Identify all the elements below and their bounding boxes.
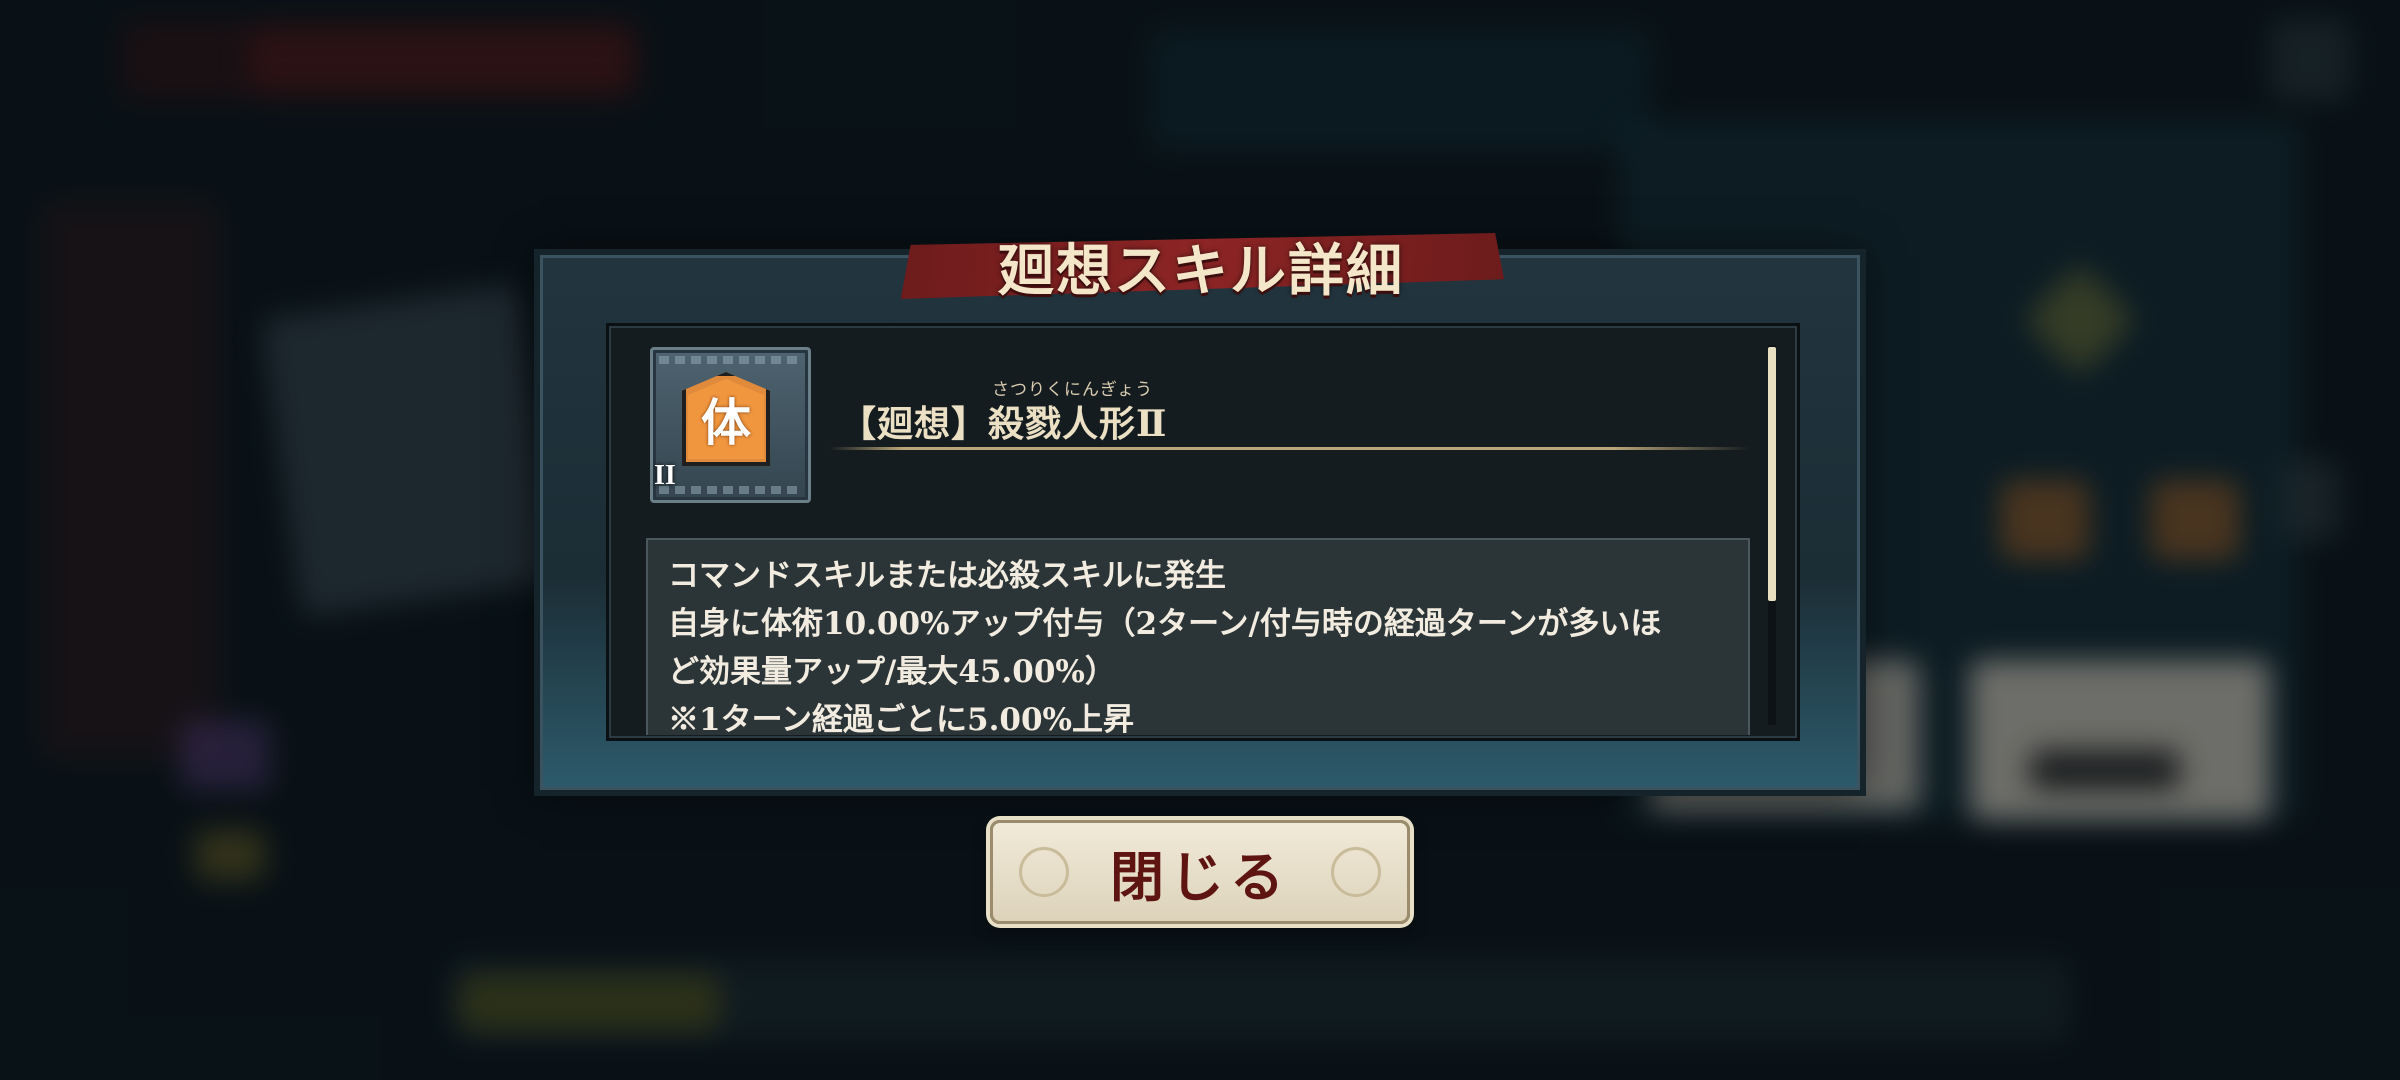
skill-type-kanji: 体 bbox=[688, 379, 764, 459]
skill-name: 【廻想】殺戮人形Ⅱ bbox=[840, 403, 1168, 445]
description-line: 自身に体術10.00%アップ付与（2ターン/付与時の経過ターンが多いほ bbox=[668, 606, 1662, 642]
name-divider bbox=[830, 447, 1750, 450]
skill-rank: II bbox=[654, 460, 676, 491]
skill-description[interactable]: コマンドスキルまたは必殺スキルに発生 自身に体術10.00%アップ付与（2ターン… bbox=[646, 538, 1750, 735]
description-line: ※1ターン経過ごとに5.00%上昇 bbox=[668, 702, 1134, 735]
ornament-icon bbox=[1019, 847, 1069, 897]
ornament-icon bbox=[1331, 847, 1381, 897]
skill-detail-dialog: 廻想スキル詳細 体 II さつりくにんぎょう 【廻想】殺戮人形Ⅱ コマンドスキル… bbox=[540, 255, 1860, 790]
dialog-title: 廻想スキル詳細 bbox=[998, 237, 1404, 304]
close-button[interactable]: 閉じる bbox=[990, 820, 1410, 924]
description-line: ど効果量アップ/最大45.00%） bbox=[668, 654, 1116, 690]
description-line: コマンドスキルまたは必殺スキルに発生 bbox=[668, 558, 1226, 594]
scrollbar-thumb[interactable] bbox=[1768, 347, 1776, 601]
close-button-label: 閉じる bbox=[1110, 844, 1290, 909]
